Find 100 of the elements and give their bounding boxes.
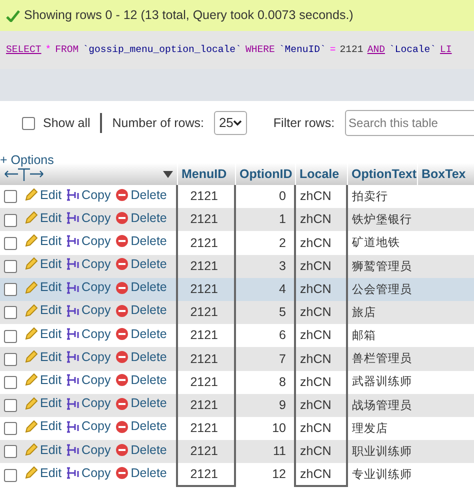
copy-link[interactable]: Copy [66,301,111,320]
copy-link[interactable]: Copy [66,324,111,344]
delete-icon [114,234,129,248]
delete-link[interactable]: Delete [114,324,167,344]
show-all-checkbox[interactable]: Show all [22,114,90,132]
delete-icon [114,373,129,388]
delete-icon [114,211,129,226]
column-resize-icon[interactable] [4,167,44,181]
sql-token: * [45,42,52,57]
row-checkbox[interactable] [4,283,17,296]
rows-select[interactable]: 25 [214,111,248,135]
delete-link[interactable]: Delete [114,440,167,460]
copy-link[interactable]: Copy [66,232,111,251]
edit-link[interactable]: Edit [24,301,62,320]
table-cell: zhCN [295,370,347,394]
delete-link[interactable]: Delete [114,186,167,204]
message-text: Showing rows 0 - 12 (13 total, Query took 0.0073 seconds.) [24,7,354,24]
edit-link[interactable]: Edit [24,255,62,274]
delete-icon [114,396,129,411]
edit-link[interactable]: Edit [24,464,62,483]
table-cell: 拍卖行 [347,185,417,208]
copy-icon [66,373,80,388]
copy-link[interactable]: Copy [66,255,111,274]
copy-icon [66,420,80,434]
column-header[interactable]: BoxTex [417,163,474,185]
column-header[interactable]: MenuID [177,163,235,185]
copy-link[interactable]: Copy [66,417,111,436]
pencil-icon [24,327,38,342]
copy-link[interactable]: Copy [66,440,111,460]
table-cell: 2 [235,231,295,255]
row-checkbox[interactable] [4,236,17,250]
row-checkbox[interactable] [4,306,17,320]
row-checkbox[interactable] [4,330,17,343]
row-checkbox[interactable] [4,422,17,436]
table-cell: zhCN [295,300,347,324]
copy-icon [66,396,80,411]
table-cell: 兽栏管理员 [347,347,417,370]
copy-link[interactable]: Copy [66,394,111,413]
edit-link[interactable]: Edit [24,417,62,436]
table-cell: 2121 [177,300,235,324]
table-cell: 11 [235,440,295,464]
table-cell: 12 [235,463,295,486]
delete-link[interactable]: Delete [114,255,167,274]
row-checkbox[interactable] [4,260,17,273]
edit-link[interactable]: Edit [24,348,62,367]
table-cell: zhCN [295,208,347,232]
table-cell: 专业训练师 [347,463,417,486]
sql-token: 2121 [340,42,364,57]
table-cell: 5 [235,300,295,324]
copy-icon [66,350,80,364]
copy-icon [66,466,80,480]
delete-link[interactable]: Delete [114,232,167,251]
pencil-icon [24,350,38,364]
pencil-icon [24,188,38,202]
delete-link[interactable]: Delete [114,464,167,483]
column-header[interactable]: Locale [295,163,347,185]
sql-token: SELECT [6,42,42,57]
copy-link[interactable]: Copy [66,464,111,483]
copy-link[interactable]: Copy [66,278,111,298]
row-checkbox[interactable] [4,376,17,389]
copy-icon [66,211,80,226]
edit-link[interactable]: Edit [24,394,62,413]
row-checkbox[interactable] [4,399,17,412]
edit-link[interactable]: Edit [24,440,62,460]
delete-link[interactable]: Delete [114,394,167,413]
table-cell: 8 [235,370,295,394]
pencil-icon [24,442,38,457]
copy-icon [66,304,80,318]
edit-link[interactable]: Edit [24,232,62,251]
edit-link[interactable]: Edit [24,371,62,390]
filter-field[interactable]: Search this table [344,110,474,136]
copy-link[interactable]: Copy [66,208,111,228]
copy-link[interactable]: Copy [66,348,111,367]
row-checkbox[interactable] [4,445,17,458]
delete-link[interactable]: Delete [114,278,167,298]
sql-token: `gossip_menu_option_locale` [82,42,242,57]
edit-link[interactable]: Edit [24,186,62,204]
table-cell: 邮箱 [347,324,417,348]
row-checkbox[interactable] [4,214,17,227]
delete-link[interactable]: Delete [114,417,167,436]
delete-link[interactable]: Delete [114,208,167,228]
sort-caret-icon[interactable] [162,170,172,178]
row-checkbox[interactable] [4,352,17,366]
edit-link[interactable]: Edit [24,324,62,344]
delete-link[interactable]: Delete [114,301,167,320]
delete-link[interactable]: Delete [114,348,167,367]
table-cell: 理发店 [347,416,417,440]
filter-label: Filter rows: [273,114,335,132]
pencil-icon [24,234,38,248]
delete-icon [114,257,129,272]
row-checkbox[interactable] [4,190,17,204]
delete-link[interactable]: Delete [114,371,167,390]
row-checkbox[interactable] [4,468,17,482]
column-header[interactable]: OptionID [235,163,295,185]
edit-link[interactable]: Edit [24,278,62,298]
copy-link[interactable]: Copy [66,371,111,390]
edit-link[interactable]: Edit [24,208,62,228]
copy-icon [66,188,80,202]
pencil-icon [24,257,38,272]
copy-link[interactable]: Copy [66,186,111,204]
